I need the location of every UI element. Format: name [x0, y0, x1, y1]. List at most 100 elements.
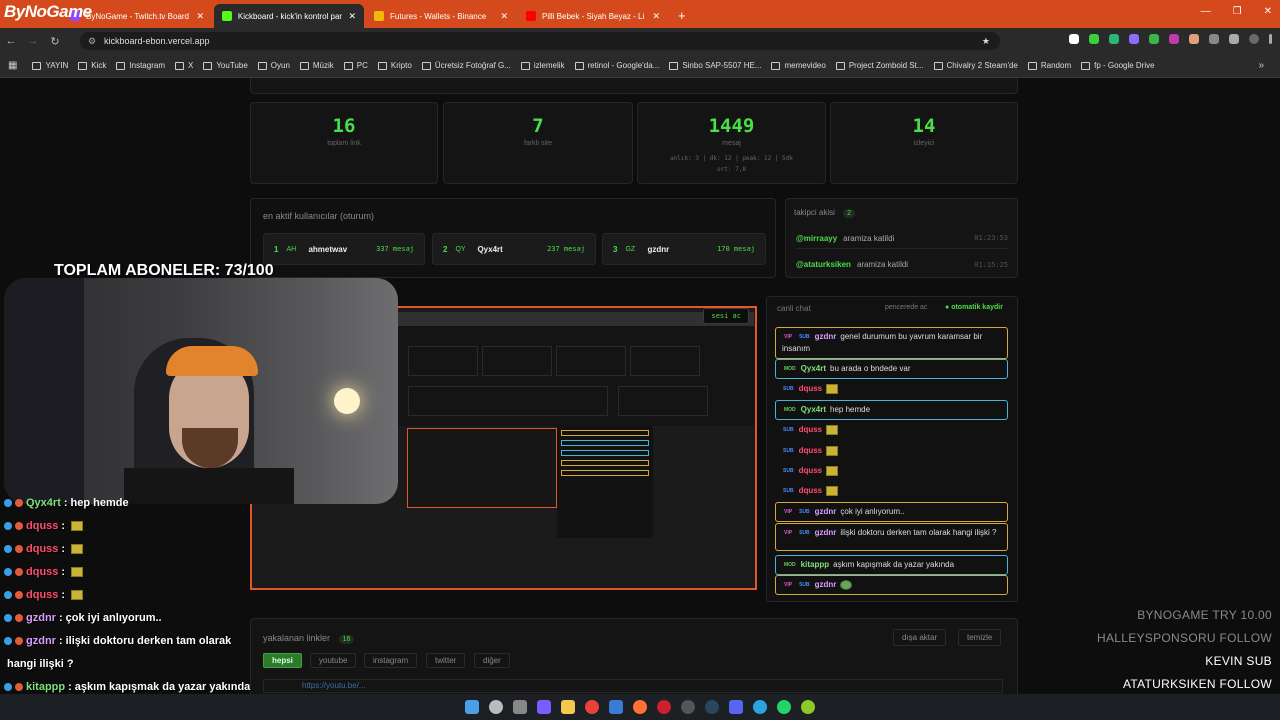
close-window-icon[interactable]: ✕	[1264, 6, 1272, 17]
more-bookmarks-icon[interactable]: »	[1258, 60, 1264, 71]
browser-tab[interactable]: Pilli Bebek - Siyah Beyaz - Li ✕	[518, 4, 668, 28]
bookmark-item[interactable]: X	[170, 61, 198, 70]
bookmark-item[interactable]: izlemelik	[516, 61, 570, 70]
stat-value: 1449	[708, 115, 755, 137]
chrome-icon[interactable]	[585, 700, 599, 714]
filter-other[interactable]: diğer	[474, 653, 510, 668]
bookmark-item[interactable]: Kick	[73, 61, 111, 70]
forward-icon[interactable]: →	[22, 35, 44, 47]
chat-username[interactable]: gzdnr	[815, 528, 837, 537]
apps-grid-icon[interactable]: ▦	[8, 60, 17, 71]
chat-username[interactable]: dquss	[799, 486, 823, 495]
bookmark-label: memevideo	[784, 61, 826, 70]
bookmark-item[interactable]: Sinbo SAP-5507 HE...	[664, 61, 766, 70]
active-user-card[interactable]: 1 AH ahmetwav 337 mesaj	[263, 233, 425, 265]
bookmark-item[interactable]: PC	[339, 61, 373, 70]
reload-icon[interactable]: ↻	[44, 35, 66, 48]
chat-username[interactable]: kitappp	[801, 560, 829, 569]
filter-twitter[interactable]: twitter	[426, 653, 466, 668]
telegram-icon[interactable]	[753, 700, 767, 714]
chat-username[interactable]: Qyx4rt	[801, 364, 826, 373]
bookmark-item[interactable]: Random	[1023, 61, 1076, 70]
extension-icon[interactable]	[1189, 34, 1199, 44]
chat-text: ilişki doktoru derken tam olarak hangi i…	[840, 528, 997, 538]
chat-username[interactable]: gzdnr	[815, 580, 837, 589]
steam-icon[interactable]	[705, 700, 719, 714]
start-icon[interactable]	[465, 700, 479, 714]
filter-all[interactable]: hepsi	[263, 653, 302, 668]
explorer-icon[interactable]	[561, 700, 575, 714]
discord-icon[interactable]	[729, 700, 743, 714]
mail-icon[interactable]	[609, 700, 623, 714]
extension-icon[interactable]	[1069, 34, 1079, 44]
chat-username[interactable]: dquss	[799, 384, 823, 393]
copilot-icon[interactable]	[537, 700, 551, 714]
extension-icon[interactable]	[1089, 34, 1099, 44]
folder-icon	[933, 61, 943, 70]
avatar: QY	[455, 245, 466, 253]
close-tab-icon[interactable]: ✕	[652, 11, 660, 22]
firefox-icon[interactable]	[633, 700, 647, 714]
new-tab-button[interactable]: +	[678, 8, 686, 23]
export-button[interactable]: dışa aktar	[893, 629, 947, 646]
obs-icon[interactable]	[681, 700, 695, 714]
close-tab-icon[interactable]: ✕	[348, 11, 356, 22]
chat-username[interactable]: dquss	[799, 466, 823, 475]
bookmark-star-icon[interactable]: ★	[982, 32, 990, 50]
active-user-card[interactable]: 3 GZ gzdnr 170 mesaj	[602, 233, 766, 265]
filter-youtube[interactable]: youtube	[310, 653, 357, 668]
bookmark-item[interactable]: retinol - Google'da...	[570, 61, 665, 70]
chat-username[interactable]: gzdnr	[815, 507, 837, 516]
opera-icon[interactable]	[657, 700, 671, 714]
chat-username[interactable]: dquss	[799, 425, 823, 434]
search-icon[interactable]	[489, 700, 503, 714]
download-icon[interactable]	[1229, 34, 1239, 44]
bookmark-item[interactable]: fp - Google Drive	[1076, 61, 1159, 70]
autoscroll-toggle[interactable]: ● otomatik kaydir	[945, 304, 1003, 311]
chat-username[interactable]: gzdnr	[815, 332, 837, 341]
extension-icon[interactable]	[1129, 34, 1139, 44]
chat-username[interactable]: Qyx4rt	[801, 405, 826, 414]
bookmark-item[interactable]: Oyun	[253, 61, 295, 70]
site-info-icon[interactable]: ⚙	[88, 32, 96, 50]
folder-icon	[174, 61, 184, 70]
sub-badge-icon: SUB	[799, 530, 810, 536]
bookmark-item[interactable]: memevideo	[766, 61, 830, 70]
link-item[interactable]: https://youtu.be/...	[263, 679, 1003, 693]
chrome-profile-icon[interactable]	[801, 700, 815, 714]
close-tab-icon[interactable]: ✕	[196, 11, 204, 22]
clear-button[interactable]: temizle	[958, 629, 1002, 646]
bookmark-item[interactable]: YAYIN	[27, 61, 73, 70]
kickboard-dashboard: 16 toplam link 7 farklı site 1449 mesaj …	[0, 78, 1280, 716]
close-tab-icon[interactable]: ✕	[500, 11, 508, 22]
bookmark-item[interactable]: Müzik	[295, 61, 339, 70]
folder-icon	[32, 61, 42, 70]
minimize-icon[interactable]: —	[1201, 6, 1211, 17]
url-input[interactable]: ⚙ kickboard-ebon.vercel.app ★	[80, 32, 1000, 50]
chat-username[interactable]: dquss	[799, 446, 823, 455]
bookmark-item[interactable]: Instagram	[111, 61, 170, 70]
browser-tab[interactable]: Futures - Wallets - Binance ✕	[366, 4, 516, 28]
emote-icon	[826, 466, 839, 476]
task-view-icon[interactable]	[513, 700, 527, 714]
extension-icon[interactable]	[1109, 34, 1119, 44]
badge-icon	[4, 614, 12, 622]
profile-avatar[interactable]	[1249, 34, 1259, 44]
browser-tab[interactable]: Kickboard - kick'in kontrol pan ✕	[214, 4, 364, 28]
bookmark-item[interactable]: Ücretsiz Fotoğraf G...	[417, 61, 516, 70]
bookmark-item[interactable]: Project Zomboid St...	[831, 61, 929, 70]
popout-chat-button[interactable]: pencerede ac	[885, 304, 927, 311]
bookmark-item[interactable]: Chivalry 2 Steam'de	[929, 61, 1023, 70]
bookmark-item[interactable]: YouTube	[198, 61, 252, 70]
extension-icon[interactable]	[1149, 34, 1159, 44]
extension-icon[interactable]	[1169, 34, 1179, 44]
sound-toggle-button[interactable]: sesi ac	[703, 308, 749, 324]
active-user-card[interactable]: 2 QY Qyx4rt 237 mesaj	[432, 233, 596, 265]
bookmark-item[interactable]: Kripto	[373, 61, 417, 70]
filter-instagram[interactable]: instagram	[364, 653, 418, 668]
whatsapp-icon[interactable]	[777, 700, 791, 714]
back-icon[interactable]: ←	[0, 35, 22, 47]
menu-icon[interactable]	[1269, 34, 1272, 44]
extensions-puzzle-icon[interactable]	[1209, 34, 1219, 44]
maximize-icon[interactable]: ❐	[1233, 6, 1242, 17]
